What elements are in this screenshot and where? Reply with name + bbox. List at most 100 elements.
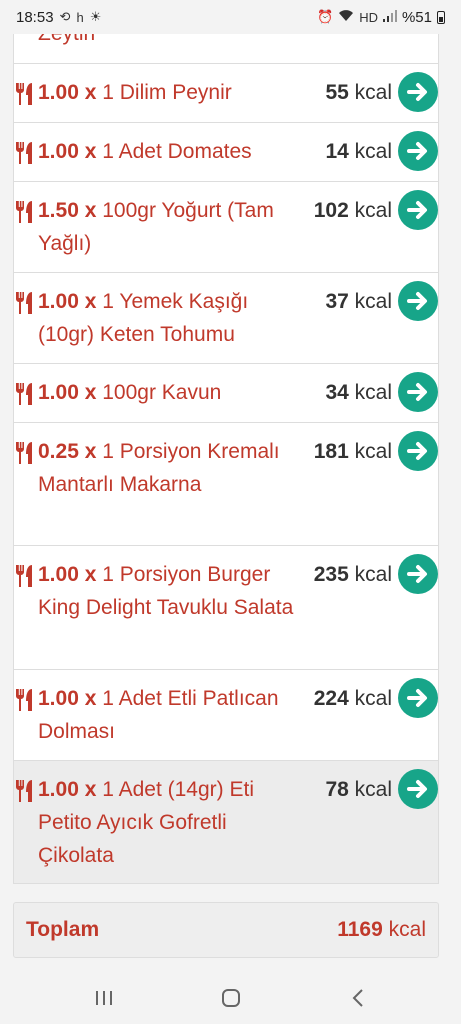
item-kcal-unit: kcal xyxy=(354,290,392,313)
arrow-right-icon xyxy=(407,142,427,160)
item-text: 0.25 x 1 Porsiyon Kremalı Mantarlı Makar… xyxy=(38,435,298,501)
item-qty: 0.25 x xyxy=(38,440,97,463)
item-kcal: 224 kcal xyxy=(314,682,392,715)
list-item[interactable]: 1.00 x 1 Adet (14gr) Eti Petito Ayıcık G… xyxy=(14,761,438,883)
list-item[interactable]: 1.00 x 1 Yemek Kaşığı (10gr) Keten Tohum… xyxy=(14,273,438,364)
alarm-icon: ⏰ xyxy=(317,9,334,24)
item-detail-button[interactable] xyxy=(398,554,438,594)
item-kcal-unit: kcal xyxy=(354,563,392,586)
list-item[interactable]: 1.00 x 1 Adet Domates 14 kcal xyxy=(14,123,438,182)
item-kcal: 102 kcal xyxy=(314,194,392,227)
status-time: 18:53 xyxy=(16,8,54,26)
total-kcal: 1169 xyxy=(337,918,383,941)
total-bar: Toplam 1169 kcal xyxy=(13,902,439,958)
item-kcal-value: 181 xyxy=(313,440,349,463)
item-detail-button[interactable] xyxy=(398,131,438,171)
item-kcal: 37 kcal xyxy=(325,285,392,318)
arrow-right-icon xyxy=(407,442,427,460)
arrow-right-icon xyxy=(407,780,427,798)
list-item[interactable]: 1.00 x 100gr Kavun 34 kcal xyxy=(14,364,438,423)
battery-icon xyxy=(437,10,445,24)
item-kcal-unit: kcal xyxy=(354,440,392,463)
item-text: 1.00 x 1 Yemek Kaşığı (10gr) Keten Tohum… xyxy=(38,285,298,351)
fork-knife-icon xyxy=(16,142,32,164)
item-kcal-value: 55 xyxy=(325,81,349,104)
recent-apps-icon xyxy=(95,991,112,1005)
battery-percent: %51 xyxy=(401,8,432,26)
item-kcal-unit: kcal xyxy=(354,778,392,801)
item-kcal: 34 kcal xyxy=(325,376,392,409)
fork-knife-icon xyxy=(16,292,32,314)
item-text: 1.00 x 100gr Kavun xyxy=(38,376,298,409)
item-qty: 1.00 x xyxy=(38,81,97,104)
total-value: 1169 kcal xyxy=(337,918,426,942)
notification-text: h xyxy=(76,9,84,25)
arrow-right-icon xyxy=(407,689,427,707)
partial-item-name: Zeytin xyxy=(38,34,95,46)
item-kcal: 55 kcal xyxy=(325,76,392,109)
fork-knife-icon xyxy=(16,780,32,802)
arrow-right-icon xyxy=(407,201,427,219)
item-text: 1.00 x 1 Dilim Peynir xyxy=(38,76,298,109)
sync-icon: ⟲ xyxy=(59,9,71,24)
item-kcal-value: 102 xyxy=(313,199,349,222)
hd-icon: HD xyxy=(359,9,378,25)
item-detail-button[interactable] xyxy=(398,72,438,112)
arrow-right-icon xyxy=(407,83,427,101)
item-kcal-value: 37 xyxy=(325,290,349,313)
back-icon xyxy=(352,989,363,1007)
item-name: 100gr Kavun xyxy=(102,381,222,404)
total-label: Toplam xyxy=(26,918,100,941)
item-kcal-value: 224 xyxy=(313,687,349,710)
item-qty: 1.50 x xyxy=(38,199,97,222)
fork-knife-icon xyxy=(16,442,32,464)
list-item[interactable]: 1.50 x 100gr Yoğurt (Tam Yağlı) 102 kcal xyxy=(14,182,438,273)
item-kcal-unit: kcal xyxy=(354,381,392,404)
list-item[interactable]: 1.00 x 1 Dilim Peynir 55 kcal xyxy=(14,64,438,123)
fork-knife-icon xyxy=(16,565,32,587)
signal-icon xyxy=(382,9,397,25)
status-bar: 18:53 ⟲ h ☀ ⏰ HD %51 xyxy=(0,0,461,34)
item-detail-button[interactable] xyxy=(398,769,438,809)
list-item[interactable]: 1.00 x 1 Adet Etli Patlıcan Dolması 224 k… xyxy=(14,670,438,761)
fork-knife-icon xyxy=(16,201,32,223)
item-kcal-value: 14 xyxy=(325,140,349,163)
item-name: 1 Adet Domates xyxy=(102,140,252,163)
arrow-right-icon xyxy=(407,292,427,310)
arrow-right-icon xyxy=(407,565,427,583)
sun-icon: ☀ xyxy=(89,9,102,24)
fork-knife-icon xyxy=(16,383,32,405)
item-kcal-unit: kcal xyxy=(354,199,392,222)
item-kcal-unit: kcal xyxy=(354,140,392,163)
item-qty: 1.00 x xyxy=(38,778,97,801)
list-item[interactable]: 0.25 x 1 Porsiyon Kremalı Mantarlı Makar… xyxy=(14,423,438,546)
item-detail-button[interactable] xyxy=(398,372,438,412)
arrow-right-icon xyxy=(407,383,427,401)
list-item[interactable]: 1.00 x 1 Porsiyon Burger King Delight Ta… xyxy=(14,546,438,670)
list-item-partial[interactable]: Zeytin xyxy=(14,34,438,64)
item-qty: 1.00 x xyxy=(38,563,97,586)
system-nav-bar xyxy=(0,972,461,1024)
home-button[interactable] xyxy=(211,978,251,1018)
item-text: 1.00 x 1 Porsiyon Burger King Delight Ta… xyxy=(38,558,298,624)
item-qty: 1.00 x xyxy=(38,140,97,163)
item-detail-button[interactable] xyxy=(398,678,438,718)
item-kcal-value: 235 xyxy=(313,563,349,586)
home-icon xyxy=(221,989,240,1007)
food-list: Zeytin 1.00 x 1 Dilim Peynir55 kcal1.00 … xyxy=(13,34,439,884)
back-button[interactable] xyxy=(338,978,378,1018)
item-kcal-value: 34 xyxy=(325,381,349,404)
item-kcal: 78 kcal xyxy=(325,773,392,806)
item-qty: 1.00 x xyxy=(38,290,97,313)
item-qty: 1.00 x xyxy=(38,381,97,404)
item-detail-button[interactable] xyxy=(398,190,438,230)
item-kcal-unit: kcal xyxy=(354,81,392,104)
item-detail-button[interactable] xyxy=(398,431,438,471)
item-detail-button[interactable] xyxy=(398,281,438,321)
recent-apps-button[interactable] xyxy=(84,978,124,1018)
fork-knife-icon xyxy=(16,83,32,105)
item-text: 1.50 x 100gr Yoğurt (Tam Yağlı) xyxy=(38,194,298,260)
item-kcal: 235 kcal xyxy=(314,558,392,591)
item-kcal: 181 kcal xyxy=(314,435,392,468)
item-text: 1.00 x 1 Adet (14gr) Eti Petito Ayıcık G… xyxy=(38,773,298,872)
